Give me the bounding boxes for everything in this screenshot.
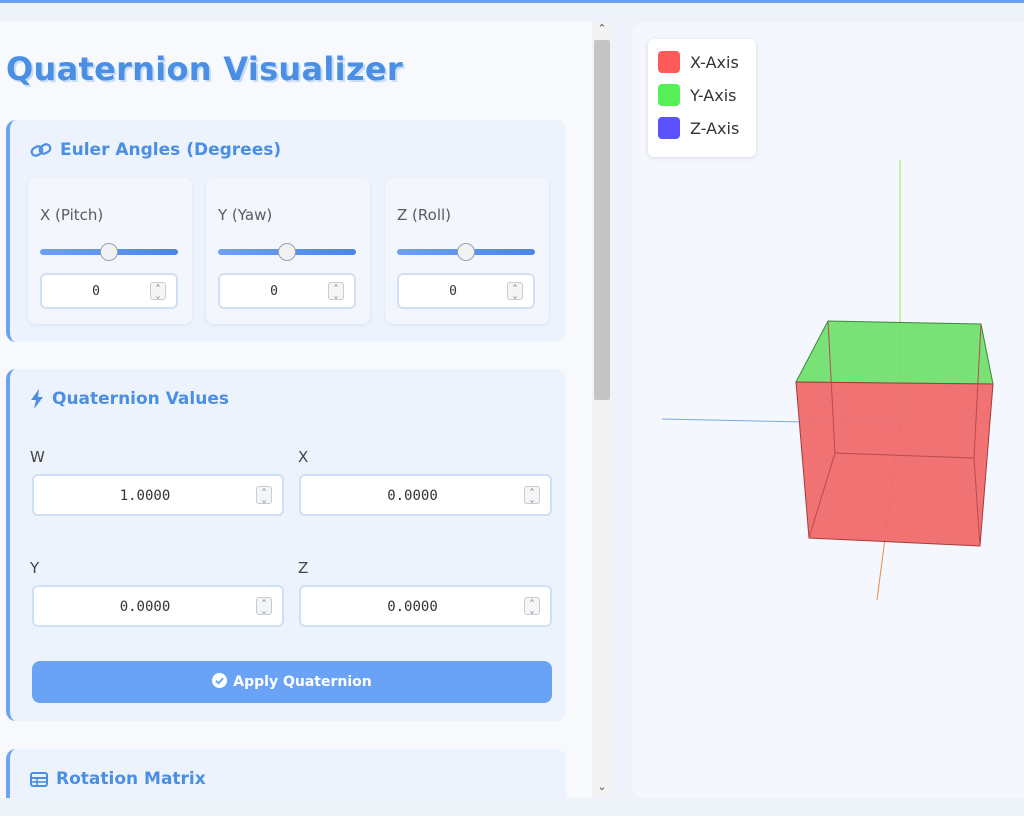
roll-input[interactable]: 0 ⌃ ⌄ — [397, 273, 535, 309]
legend-item-x: X-Axis — [658, 51, 739, 73]
quat-x-spinner[interactable]: ⌃ ⌄ — [524, 486, 540, 504]
quat-y-input[interactable]: 0.0000 ⌃ ⌄ — [32, 585, 284, 627]
quaternion-header-label: Quaternion Values — [52, 389, 229, 409]
axis-legend: X-Axis Y-Axis Z-Axis — [648, 39, 756, 157]
quat-w-input[interactable]: 1.0000 ⌃ ⌄ — [32, 474, 284, 516]
pitch-input[interactable]: 0 ⌃ ⌄ — [40, 273, 178, 309]
euler-header-label: Euler Angles (Degrees) — [60, 140, 282, 160]
scroll-up-arrow[interactable]: ⌃ — [592, 22, 612, 40]
quat-x-label: X — [298, 448, 309, 466]
cube-top-face — [795, 320, 994, 385]
pitch-spinner[interactable]: ⌃ ⌄ — [150, 282, 166, 300]
cube-front-face — [795, 381, 994, 547]
scroll-down-arrow[interactable]: ⌄ — [592, 780, 612, 798]
quat-z-input[interactable]: 0.0000 ⌃ ⌄ — [299, 585, 552, 627]
euler-control-roll: Z (Roll) 0 ⌃ ⌄ — [385, 178, 549, 324]
quat-x-input[interactable]: 0.0000 ⌃ ⌄ — [299, 474, 552, 516]
yaw-value: 0 — [270, 284, 278, 299]
panel-scrollbar[interactable]: ⌃ ⌄ — [592, 22, 612, 798]
bolt-icon — [30, 389, 44, 409]
3d-viewer[interactable]: X-Axis Y-Axis Z-Axis — [632, 22, 1024, 798]
euler-control-pitch: X (Pitch) 0 ⌃ ⌄ — [28, 178, 192, 324]
quat-z-spinner[interactable]: ⌃ ⌄ — [524, 597, 540, 615]
pitch-label: X (Pitch) — [40, 206, 104, 224]
legend-label-x: X-Axis — [690, 52, 739, 72]
pitch-slider-thumb[interactable] — [100, 243, 118, 261]
euler-section: Euler Angles (Degrees) X (Pitch) 0 ⌃ ⌄ Y … — [6, 120, 566, 342]
link-icon — [30, 142, 52, 158]
quaternion-header: Quaternion Values — [30, 389, 229, 409]
matrix-header-label: Rotation Matrix — [56, 769, 206, 789]
pitch-slider[interactable] — [40, 243, 178, 261]
legend-item-z: Z-Axis — [658, 117, 739, 139]
matrix-section: Rotation Matrix — [6, 749, 566, 798]
page-title: Quaternion Visualizer — [6, 50, 403, 88]
quat-w-label: W — [30, 448, 45, 466]
legend-item-y: Y-Axis — [658, 84, 737, 106]
top-accent-bar — [0, 0, 1024, 3]
euler-header: Euler Angles (Degrees) — [30, 140, 281, 160]
pitch-value: 0 — [92, 284, 100, 299]
quat-y-value: 0.0000 — [119, 599, 171, 615]
quat-w-value: 1.0000 — [119, 488, 171, 504]
apply-quaternion-button[interactable]: Apply Quaternion — [32, 661, 552, 703]
euler-control-yaw: Y (Yaw) 0 ⌃ ⌄ — [206, 178, 370, 324]
quat-w-spinner[interactable]: ⌃ ⌄ — [256, 486, 272, 504]
roll-label: Z (Roll) — [397, 206, 452, 224]
legend-label-y: Y-Axis — [690, 85, 737, 105]
quat-y-spinner[interactable]: ⌃ ⌄ — [256, 597, 272, 615]
legend-swatch-z — [658, 117, 680, 139]
check-circle-icon — [212, 672, 228, 692]
scrollbar-thumb[interactable] — [594, 40, 610, 400]
yaw-input[interactable]: 0 ⌃ ⌄ — [218, 273, 356, 309]
quat-y-label: Y — [30, 559, 40, 577]
legend-swatch-x — [658, 51, 680, 73]
roll-spinner[interactable]: ⌃ ⌄ — [507, 282, 523, 300]
matrix-header: Rotation Matrix — [30, 769, 206, 789]
control-panel-content: Quaternion Visualizer Euler Angles (Degr… — [0, 22, 592, 798]
control-panel: Quaternion Visualizer Euler Angles (Degr… — [0, 22, 612, 798]
quaternion-section: Quaternion Values W 1.0000 ⌃ ⌄ X 0.0000 ⌃… — [6, 369, 566, 721]
table-icon — [30, 771, 48, 787]
quat-x-value: 0.0000 — [387, 488, 438, 504]
legend-swatch-y — [658, 84, 680, 106]
yaw-spinner[interactable]: ⌃ ⌄ — [328, 282, 344, 300]
apply-quaternion-label: Apply Quaternion — [233, 674, 372, 690]
roll-value: 0 — [449, 284, 457, 299]
roll-slider-thumb[interactable] — [457, 243, 475, 261]
quat-z-value: 0.0000 — [387, 599, 438, 615]
quat-z-label: Z — [298, 559, 309, 577]
legend-label-z: Z-Axis — [690, 118, 740, 138]
yaw-slider[interactable] — [218, 243, 356, 261]
yaw-slider-thumb[interactable] — [278, 243, 296, 261]
roll-slider[interactable] — [397, 243, 535, 261]
yaw-label: Y (Yaw) — [218, 206, 273, 224]
